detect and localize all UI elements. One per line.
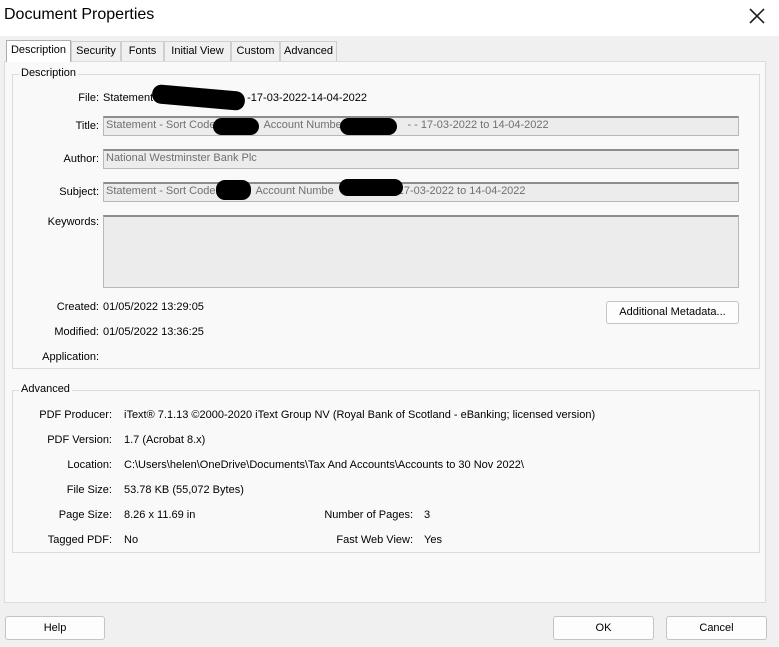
help-button[interactable]: Help (5, 616, 105, 640)
pdf-version-value: 1.7 (Acrobat 8.x) (124, 434, 206, 446)
author-field[interactable]: National Westminster Bank Plc (103, 149, 739, 169)
tab-description[interactable]: Description (6, 40, 71, 62)
redaction-mark (340, 118, 397, 135)
subject-text-2: Account Numbe (255, 185, 334, 197)
tab-initial-view[interactable]: Initial View (164, 41, 231, 61)
redaction-mark (151, 83, 246, 112)
tab-fonts[interactable]: Fonts (121, 41, 164, 61)
redaction-mark (213, 118, 259, 135)
file-label: File: (78, 92, 99, 104)
subject-text-1: Statement - Sort Code (106, 185, 216, 197)
redaction-mark (216, 180, 251, 200)
pdf-producer-label: PDF Producer: (39, 409, 112, 421)
title-field[interactable]: Statement - Sort Code Account Number - - 1… (103, 116, 739, 136)
tab-panel: Description File: Statement -17-03-2022-1… (4, 61, 766, 603)
subject-label: Subject: (59, 186, 99, 198)
fast-web-view-label: Fast Web View: (336, 534, 413, 546)
tab-security[interactable]: Security (71, 41, 121, 61)
pdf-version-label: PDF Version: (47, 434, 112, 446)
location-label: Location: (67, 459, 112, 471)
created-label: Created: (56, 301, 99, 313)
close-icon[interactable] (744, 3, 770, 29)
additional-metadata-button[interactable]: Additional Metadata... (606, 301, 739, 324)
tagged-pdf-value: No (124, 534, 139, 546)
description-legend: Description (19, 67, 79, 79)
application-label: Application: (42, 351, 99, 363)
created-value: 01/05/2022 13:29:05 (103, 301, 204, 313)
modified-value: 01/05/2022 13:36:25 (103, 326, 204, 338)
keywords-field[interactable] (103, 215, 739, 288)
number-of-pages-value: 3 (424, 509, 431, 521)
author-label: Author: (63, 153, 99, 165)
page-size-value: 8.26 x 11.69 in (124, 509, 196, 521)
number-of-pages-label: Number of Pages: (324, 509, 413, 521)
title-text-3: - - 17-03-2022 to 14-04-2022 (407, 119, 549, 131)
title-label: Title: (75, 120, 99, 132)
keywords-label: Keywords: (47, 216, 99, 228)
file-size-label: File Size: (66, 484, 112, 496)
advanced-legend: Advanced (19, 383, 72, 395)
tab-advanced[interactable]: Advanced (280, 41, 337, 61)
title-text-2: Account Number (263, 119, 346, 131)
location-value: C:\Users\helen\OneDrive\Documents\Tax An… (124, 459, 524, 471)
file-suffix: -17-03-2022-14-04-2022 (247, 92, 368, 104)
ok-button[interactable]: OK (553, 616, 654, 640)
description-group: Description File: Statement -17-03-2022-1… (12, 67, 760, 369)
modified-label: Modified: (54, 326, 99, 338)
title-bar: Document Properties (0, 0, 779, 36)
subject-field[interactable]: Statement - Sort Code Account Numbe 17-03-… (103, 182, 739, 202)
fast-web-view-value: Yes (424, 534, 442, 546)
tab-custom[interactable]: Custom (231, 41, 280, 61)
window-title: Document Properties (4, 6, 155, 23)
file-size-value: 53.78 KB (55,072 Bytes) (124, 484, 244, 496)
subject-text-3: 17-03-2022 to 14-04-2022 (397, 185, 526, 197)
title-text-1: Statement - Sort Code (106, 119, 216, 131)
file-prefix: Statement (103, 92, 154, 104)
page-size-label: Page Size: (58, 509, 112, 521)
cancel-button[interactable]: Cancel (666, 616, 767, 640)
redaction-mark (339, 179, 403, 196)
tagged-pdf-label: Tagged PDF: (47, 534, 112, 546)
pdf-producer-value: iText® 7.1.13 ©2000-2020 iText Group NV … (124, 409, 596, 421)
advanced-group: Advanced PDF Producer: iText® 7.1.13 ©20… (12, 383, 760, 553)
